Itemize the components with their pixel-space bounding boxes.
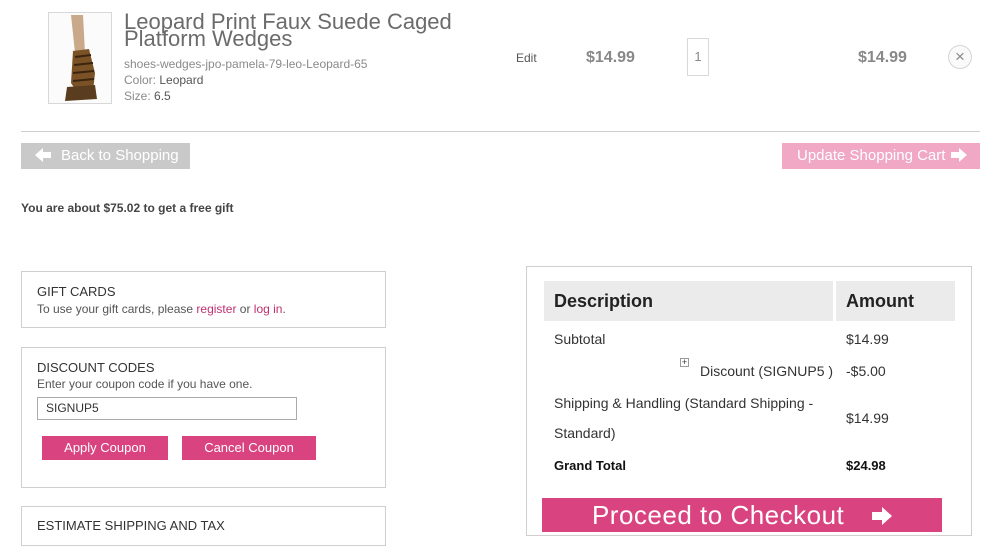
product-size: Size: 6.5 (124, 89, 171, 103)
cancel-coupon-button[interactable]: Cancel Coupon (182, 436, 316, 460)
row-total: $14.99 (858, 49, 907, 66)
size-label: Size: (124, 89, 151, 103)
shipping-label-line2: Standard) (554, 425, 616, 441)
estimate-shipping-title[interactable]: ESTIMATE SHIPPING AND TAX (37, 518, 225, 533)
color-value: Leopard (159, 73, 204, 87)
apply-coupon-button[interactable]: Apply Coupon (42, 436, 168, 460)
gift-cards-title: GIFT CARDS (37, 284, 116, 299)
gift-cards-text-before: To use your gift cards, please (37, 302, 197, 316)
coupon-code-input[interactable]: SIGNUP5 (37, 397, 297, 420)
shipping-value: $14.99 (846, 410, 889, 426)
description-header: Description (544, 281, 833, 321)
login-link[interactable]: log in (254, 302, 283, 316)
gift-cards-text: To use your gift cards, please register … (37, 302, 286, 316)
arrow-right-icon (949, 148, 967, 162)
proceed-to-checkout-button[interactable]: Proceed to Checkout (542, 498, 942, 532)
discount-codes-box: DISCOUNT CODES Enter your coupon code if… (21, 347, 386, 488)
close-icon: × (955, 47, 965, 66)
grand-total-label: Grand Total (554, 458, 626, 473)
update-shopping-cart-button[interactable]: Update Shopping Cart (782, 143, 980, 169)
gift-cards-text-or: or (236, 302, 254, 316)
amount-header: Amount (836, 281, 955, 321)
estimate-shipping-box: ESTIMATE SHIPPING AND TAX (21, 506, 386, 546)
free-gift-message: You are about $75.02 to get a free gift (21, 201, 234, 215)
shipping-label-line1: Shipping & Handling (Standard Shipping - (554, 395, 814, 411)
arrow-left-icon (35, 148, 53, 162)
color-label: Color: (124, 73, 157, 87)
shoe-image (49, 13, 111, 103)
product-title[interactable]: Leopard Print Faux Suede Caged Platform … (124, 11, 484, 50)
remove-item-button[interactable]: × (948, 45, 972, 69)
back-to-shopping-button[interactable]: Back to Shopping (21, 143, 190, 169)
checkout-label: Proceed to Checkout (591, 500, 845, 530)
product-thumbnail[interactable] (48, 12, 112, 104)
quantity-input[interactable]: 1 (687, 38, 709, 76)
subtotal-label: Subtotal (554, 331, 606, 347)
discount-instruction: Enter your coupon code if you have one. (37, 377, 253, 391)
update-cart-label: Update Shopping Cart (797, 147, 946, 164)
grand-total-value: $24.98 (846, 458, 886, 473)
arrow-right-icon (870, 507, 893, 525)
discount-label: Discount (SIGNUP5 ) (700, 363, 834, 379)
product-sku: shoes-wedges-jpo-pamela-79-leo-Leopard-6… (124, 57, 368, 71)
discount-codes-title: DISCOUNT CODES (37, 360, 155, 375)
subtotal-value: $14.99 (846, 331, 889, 347)
unit-price: $14.99 (586, 49, 635, 66)
gift-cards-text-after: . (282, 302, 286, 316)
back-to-shopping-label: Back to Shopping (61, 147, 179, 164)
order-summary: Description Amount Subtotal $14.99 + Dis… (526, 266, 972, 536)
expand-discount-icon[interactable]: + (680, 358, 689, 367)
gift-cards-box: GIFT CARDS To use your gift cards, pleas… (21, 271, 386, 328)
discount-value: -$5.00 (846, 363, 886, 379)
edit-link[interactable]: Edit (516, 51, 537, 65)
divider (21, 131, 980, 132)
product-color: Color: Leopard (124, 73, 203, 87)
size-value: 6.5 (154, 89, 171, 103)
register-link[interactable]: register (196, 302, 236, 316)
